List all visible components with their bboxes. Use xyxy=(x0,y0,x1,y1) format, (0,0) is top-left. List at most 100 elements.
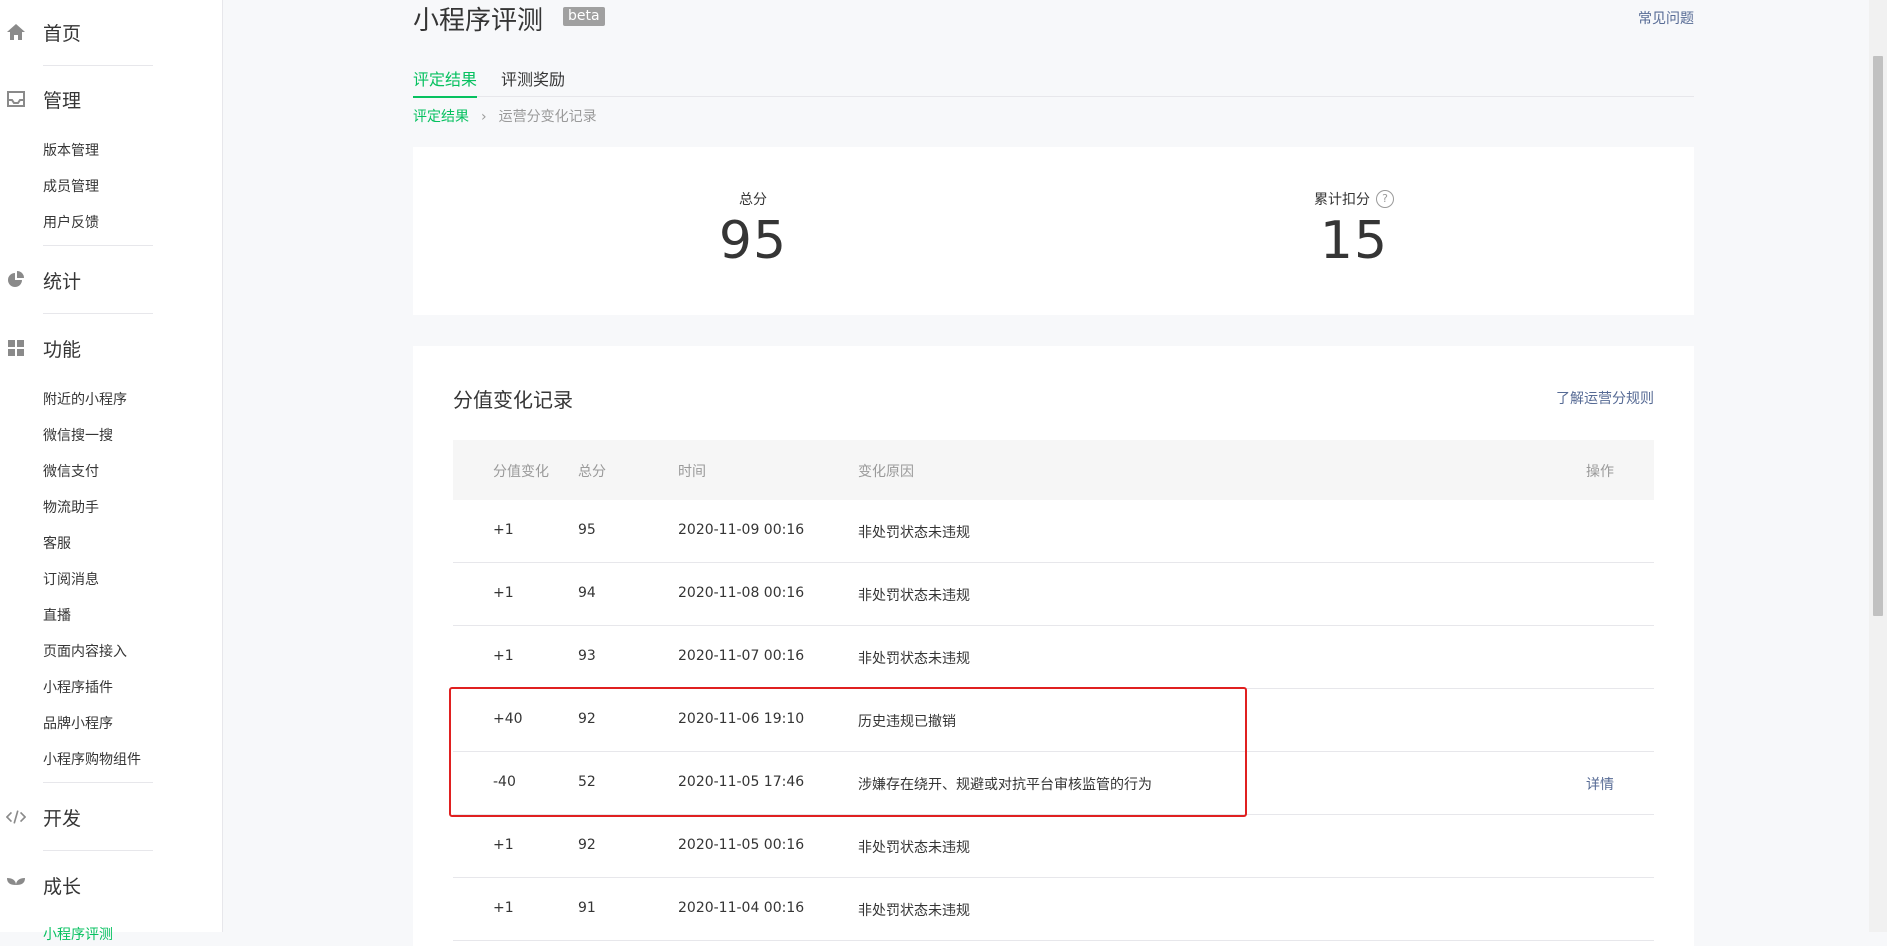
col-reason: 变化原因 xyxy=(858,464,914,480)
cell-total: 52 xyxy=(578,774,596,790)
col-total: 总分 xyxy=(578,464,606,480)
sidebar-item-logistics[interactable]: 物流助手 xyxy=(43,497,99,517)
table-row: -40 52 2020-11-05 17:46 涉嫌存在绕开、规避或对抗平台审核… xyxy=(453,752,1654,815)
cell-time: 2020-11-07 00:16 xyxy=(678,648,805,664)
cell-time: 2020-11-05 17:46 xyxy=(678,774,805,790)
sidebar-item-live[interactable]: 直播 xyxy=(43,605,71,625)
cell-reason: 非处罚状态未违规 xyxy=(858,651,970,667)
nav-stats[interactable]: 统计 xyxy=(0,266,222,294)
cell-time: 2020-11-05 00:16 xyxy=(678,837,805,853)
sidebar-item-evaluation[interactable]: 小程序评测 xyxy=(43,924,113,944)
cell-reason: 历史违规已撤销 xyxy=(858,714,956,730)
tab-reward[interactable]: 评测奖励 xyxy=(501,66,565,96)
scrollbar-thumb[interactable] xyxy=(1873,56,1883,616)
nav-growth[interactable]: 成长 xyxy=(0,871,222,899)
sidebar-item-members[interactable]: 成员管理 xyxy=(43,176,99,196)
cell-time: 2020-11-08 00:16 xyxy=(678,585,805,601)
sidebar-item-page-content[interactable]: 页面内容接入 xyxy=(43,641,127,661)
cell-total: 91 xyxy=(578,900,596,916)
deduct-score-label: 累计扣分 xyxy=(1314,192,1370,208)
sidebar-item-plugin[interactable]: 小程序插件 xyxy=(43,677,113,697)
tab-result[interactable]: 评定结果 xyxy=(413,66,478,98)
home-icon xyxy=(6,22,26,42)
sidebar-item-search[interactable]: 微信搜一搜 xyxy=(43,425,113,445)
table-row: +40 92 2020-11-06 19:10 历史违规已撤销 xyxy=(453,689,1654,752)
sidebar-item-nearby[interactable]: 附近的小程序 xyxy=(43,389,127,409)
cell-total: 93 xyxy=(578,648,596,664)
deduct-score: 累计扣分 ? 15 xyxy=(1204,189,1504,271)
detail-link[interactable]: 详情 xyxy=(1586,774,1614,794)
table-row: +1 92 2020-11-05 00:16 非处罚状态未违规 xyxy=(453,815,1654,878)
nav-features-label: 功能 xyxy=(43,338,82,361)
nav-manage-label: 管理 xyxy=(43,89,82,112)
total-score-value: 95 xyxy=(718,211,788,271)
sidebar-item-pay[interactable]: 微信支付 xyxy=(43,461,99,481)
records-title: 分值变化记录 xyxy=(453,388,573,412)
cell-change: +1 xyxy=(493,900,514,916)
nav-home[interactable]: 首页 xyxy=(0,18,222,46)
cell-time: 2020-11-04 00:16 xyxy=(678,900,805,916)
record-card: 分值变化记录 了解运营分规则 分值变化 总分 时间 变化原因 操作 +1 95 … xyxy=(413,346,1694,946)
cell-change: +1 xyxy=(493,522,514,538)
nav-growth-label: 成长 xyxy=(43,875,82,898)
cell-total: 92 xyxy=(578,837,596,853)
grid-icon xyxy=(6,338,26,358)
cell-time: 2020-11-09 00:16 xyxy=(678,522,805,538)
cell-change: +1 xyxy=(493,837,514,853)
records-table: 分值变化 总分 时间 变化原因 操作 +1 95 2020-11-09 00:1… xyxy=(453,440,1654,941)
faq-link[interactable]: 常见问题 xyxy=(1638,8,1694,28)
col-time: 时间 xyxy=(678,464,706,480)
sprout-icon xyxy=(6,875,26,895)
table-row: +1 95 2020-11-09 00:16 非处罚状态未违规 xyxy=(453,500,1654,563)
cell-change: +40 xyxy=(493,711,523,727)
sidebar-item-shopping[interactable]: 小程序购物组件 xyxy=(43,749,141,769)
cell-change: -40 xyxy=(493,774,516,790)
table-row: +1 94 2020-11-08 00:16 非处罚状态未违规 xyxy=(453,563,1654,626)
col-action: 操作 xyxy=(1586,464,1614,480)
code-icon xyxy=(6,807,26,827)
col-change: 分值变化 xyxy=(493,464,549,480)
sidebar-item-subscribe[interactable]: 订阅消息 xyxy=(43,569,99,589)
deduct-score-value: 15 xyxy=(1319,211,1389,271)
nav-develop[interactable]: 开发 xyxy=(0,803,222,831)
tab-bar: 评定结果 评测奖励 xyxy=(413,60,1694,98)
cell-total: 94 xyxy=(578,585,596,601)
divider xyxy=(43,65,153,66)
total-score: 总分 95 xyxy=(603,189,903,271)
sidebar: 首页 管理 版本管理 成员管理 用户反馈 统计 功能 附近的小程序 微信搜一搜 … xyxy=(0,0,223,943)
nav-manage[interactable]: 管理 xyxy=(0,85,222,113)
question-circle-icon[interactable]: ? xyxy=(1376,190,1394,208)
sidebar-item-service[interactable]: 客服 xyxy=(43,533,71,553)
breadcrumb: 评定结果 › 运营分变化记录 xyxy=(413,106,597,126)
scrollbar[interactable] xyxy=(1869,0,1887,932)
cell-total: 92 xyxy=(578,711,596,727)
nav-stats-label: 统计 xyxy=(43,270,82,293)
cell-reason: 涉嫌存在绕开、规避或对抗平台审核监管的行为 xyxy=(858,777,1152,793)
breadcrumb-current: 运营分变化记录 xyxy=(498,109,597,125)
inbox-icon xyxy=(6,89,26,109)
divider xyxy=(43,245,153,246)
beta-badge: beta xyxy=(563,7,605,26)
divider xyxy=(43,313,153,314)
nav-develop-label: 开发 xyxy=(43,807,82,830)
total-score-label: 总分 xyxy=(739,192,767,208)
sidebar-item-feedback[interactable]: 用户反馈 xyxy=(43,212,99,232)
cell-change: +1 xyxy=(493,585,514,601)
divider xyxy=(43,782,153,783)
cell-reason: 非处罚状态未违规 xyxy=(858,840,970,856)
cell-reason: 非处罚状态未违规 xyxy=(858,525,970,541)
nav-features[interactable]: 功能 xyxy=(0,334,222,362)
sidebar-item-version[interactable]: 版本管理 xyxy=(43,140,99,160)
breadcrumb-parent[interactable]: 评定结果 xyxy=(413,109,469,125)
table-row: +1 93 2020-11-07 00:16 非处罚状态未违规 xyxy=(453,626,1654,689)
score-card: 总分 95 累计扣分 ? 15 xyxy=(413,147,1694,315)
sidebar-item-brand[interactable]: 品牌小程序 xyxy=(43,713,113,733)
cell-reason: 非处罚状态未违规 xyxy=(858,588,970,604)
rules-link[interactable]: 了解运营分规则 xyxy=(1556,388,1654,408)
cell-time: 2020-11-06 19:10 xyxy=(678,711,805,727)
chevron-right-icon: › xyxy=(481,109,487,125)
cell-reason: 非处罚状态未违规 xyxy=(858,903,970,919)
divider xyxy=(43,850,153,851)
page-title: 小程序评测 xyxy=(413,6,544,36)
cell-change: +1 xyxy=(493,648,514,664)
